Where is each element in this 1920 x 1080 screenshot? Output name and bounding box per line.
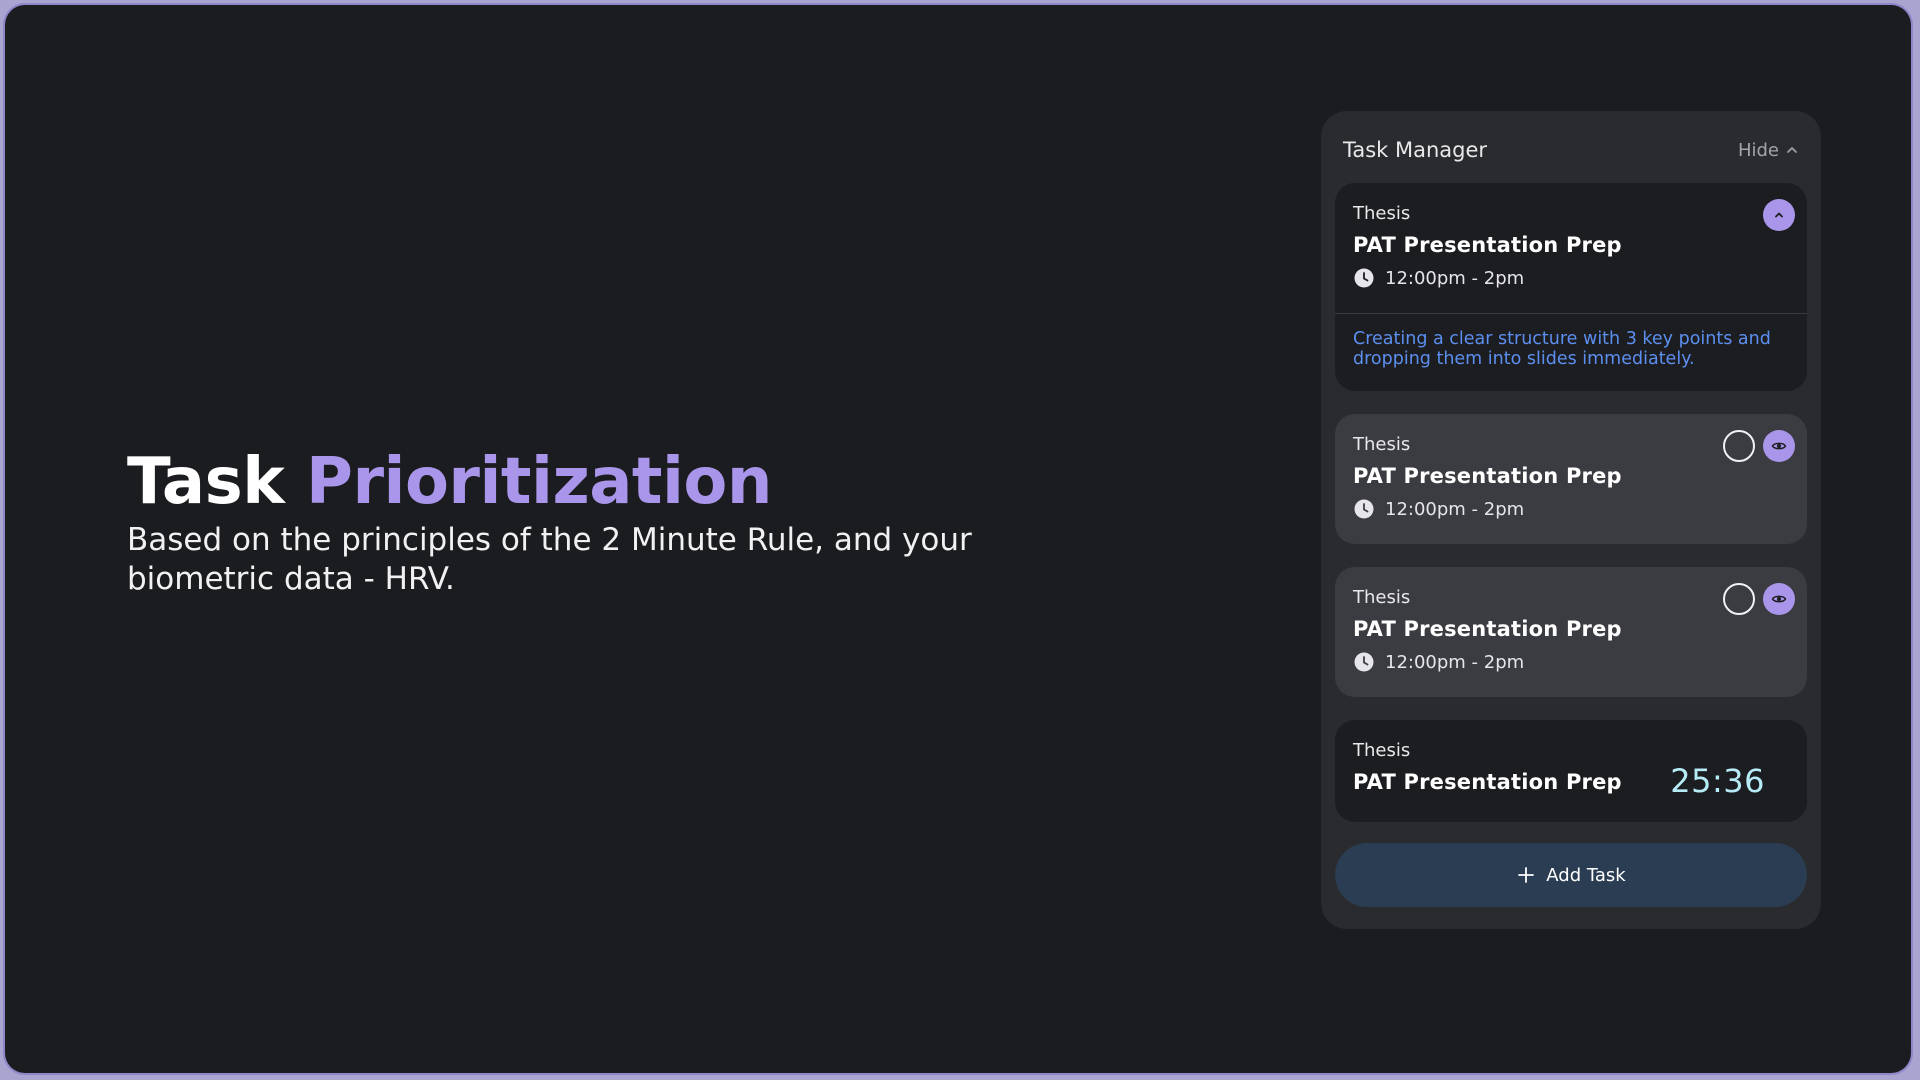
task-card[interactable]: Thesis PAT Presentation Prep 12:00pm - 2… (1335, 414, 1807, 544)
app-frame: Task Prioritization Based on the princip… (5, 5, 1911, 1073)
clock-icon (1354, 652, 1374, 672)
panel-title: Task Manager (1343, 138, 1488, 162)
plus-icon (1518, 867, 1535, 883)
title-accent: Prioritization (306, 445, 772, 519)
hero-section: Task Prioritization Based on the princip… (127, 445, 987, 599)
task-name: PAT Presentation Prep (1353, 617, 1622, 641)
collapse-chevron-icon (1775, 212, 1783, 218)
task-time: 12:00pm - 2pm (1353, 267, 1524, 289)
task-time: 12:00pm - 2pm (1353, 498, 1524, 520)
task-name: PAT Presentation Prep (1353, 464, 1622, 488)
task-category: Thesis (1353, 740, 1411, 761)
task-time-text: 12:00pm - 2pm (1385, 498, 1525, 520)
task-name: PAT Presentation Prep (1353, 770, 1622, 794)
task-category: Thesis (1353, 587, 1411, 608)
task-timer: 25:36 (1670, 762, 1765, 800)
hide-panel-button[interactable]: Hide (1738, 140, 1799, 161)
task-note: Creating a clear structure with 3 key po… (1353, 329, 1771, 369)
card-divider (1335, 313, 1807, 314)
task-name: PAT Presentation Prep (1353, 233, 1622, 257)
eye-icon (1771, 595, 1787, 603)
clock-icon (1354, 499, 1374, 519)
collapse-task-button[interactable] (1763, 199, 1795, 231)
add-task-label: Add Task (1546, 864, 1626, 886)
page-subtitle: Based on the principles of the 2 Minute … (127, 522, 972, 597)
chevron-up-icon (1787, 147, 1797, 153)
complete-task-button[interactable] (1723, 430, 1755, 462)
view-task-button[interactable] (1763, 583, 1795, 615)
clock-icon (1354, 268, 1374, 288)
page-title: Task Prioritization (127, 445, 987, 519)
task-time: 12:00pm - 2pm (1353, 651, 1524, 673)
add-task-button[interactable]: Add Task (1335, 843, 1807, 907)
complete-task-button[interactable] (1723, 583, 1755, 615)
task-category: Thesis (1353, 203, 1411, 224)
task-card[interactable]: Thesis PAT Presentation Prep 12:00pm - 2… (1335, 567, 1807, 697)
task-category: Thesis (1353, 434, 1411, 455)
title-main: Task (127, 445, 285, 519)
hide-label: Hide (1737, 139, 1779, 161)
eye-icon (1771, 442, 1787, 450)
task-manager-panel: Task Manager Hide Thesis PAT Presentatio… (1321, 111, 1821, 929)
task-time-text: 12:00pm - 2pm (1385, 267, 1525, 289)
view-task-button[interactable] (1763, 430, 1795, 462)
task-card-expanded[interactable]: Thesis PAT Presentation Prep 12:00pm - 2… (1335, 183, 1807, 391)
task-card-active[interactable]: Thesis PAT Presentation Prep 25:36 (1335, 720, 1807, 822)
panel-header: Task Manager Hide (1343, 133, 1799, 167)
task-time-text: 12:00pm - 2pm (1385, 651, 1525, 673)
